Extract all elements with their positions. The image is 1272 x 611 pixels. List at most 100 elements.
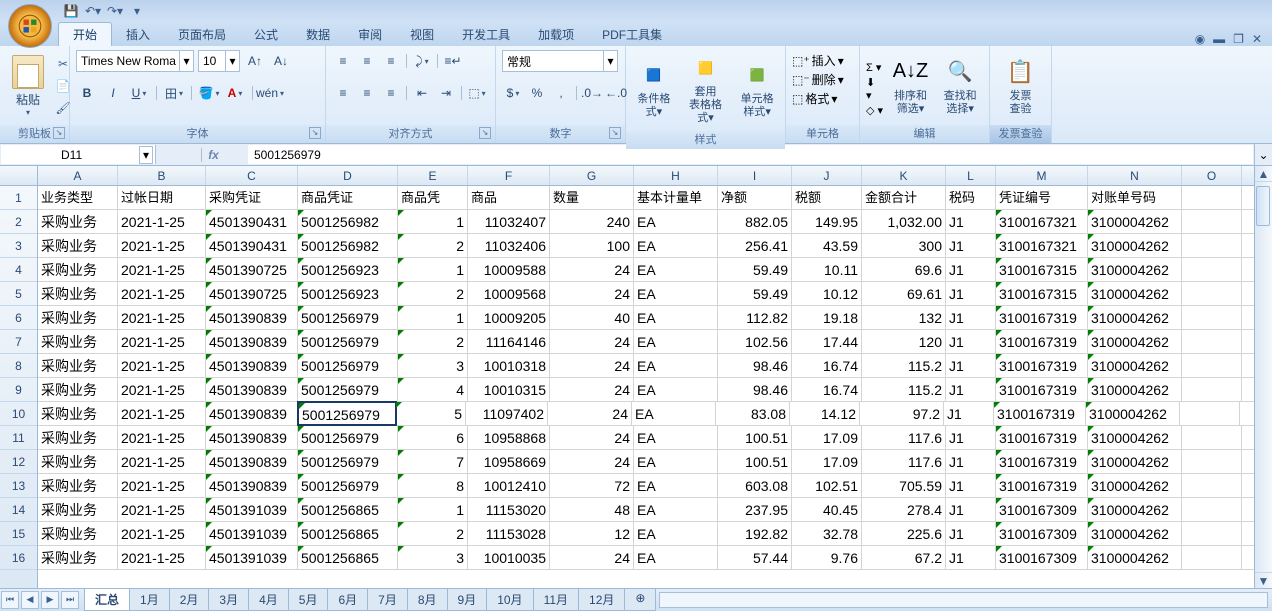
column-header[interactable]: I <box>718 166 792 185</box>
data-cell[interactable] <box>1182 450 1242 473</box>
row-header[interactable]: 7 <box>0 330 37 354</box>
data-cell[interactable]: 采购业务 <box>38 546 118 569</box>
data-cell[interactable]: 采购业务 <box>38 354 118 377</box>
data-cell[interactable]: 4501390839 <box>206 426 298 449</box>
vertical-scrollbar[interactable]: ▲ ▼ <box>1254 166 1272 588</box>
data-cell[interactable]: 19.18 <box>792 306 862 329</box>
qat-save-icon[interactable]: 💾 <box>62 2 80 20</box>
data-cell[interactable]: 4501390839 <box>206 354 298 377</box>
office-button[interactable] <box>8 4 52 48</box>
data-cell[interactable]: 1 <box>398 210 468 233</box>
align-bottom-icon[interactable]: ≡ <box>380 50 402 72</box>
data-cell[interactable]: 24 <box>550 330 634 353</box>
data-cell[interactable]: 98.46 <box>718 378 792 401</box>
data-cell[interactable]: 24 <box>550 354 634 377</box>
data-cell[interactable]: EA <box>634 354 718 377</box>
header-cell[interactable]: 净额 <box>718 186 792 209</box>
data-cell[interactable]: 43.59 <box>792 234 862 257</box>
data-cell[interactable]: 12 <box>550 522 634 545</box>
data-cell[interactable]: EA <box>634 234 718 257</box>
align-top-icon[interactable]: ≡ <box>332 50 354 72</box>
data-cell[interactable]: 59.49 <box>718 282 792 305</box>
header-cell[interactable] <box>1182 186 1242 209</box>
data-cell[interactable]: 采购业务 <box>38 450 118 473</box>
data-cell[interactable]: 3100167319 <box>996 330 1088 353</box>
data-cell[interactable]: 24 <box>550 546 634 569</box>
min-ribbon-icon[interactable]: ▬ <box>1213 32 1225 46</box>
data-cell[interactable]: 3100167319 <box>996 426 1088 449</box>
header-cell[interactable]: 税额 <box>792 186 862 209</box>
increase-font-icon[interactable]: A↑ <box>244 50 266 72</box>
data-cell[interactable]: 40 <box>550 306 634 329</box>
sort-filter-button[interactable]: A↓Z排序和 筛选▾ <box>888 54 934 118</box>
data-cell[interactable]: 4501390839 <box>206 474 298 497</box>
clipboard-dialog-icon[interactable]: ↘ <box>53 127 65 139</box>
row-header[interactable]: 10 <box>0 402 37 426</box>
format-cells-button[interactable]: ⬚格式▾ <box>792 90 837 107</box>
data-cell[interactable]: 117.6 <box>862 450 946 473</box>
restore-window-icon[interactable]: ❐ <box>1233 32 1244 46</box>
sheet-tab[interactable]: 9月 <box>447 589 488 611</box>
row-header[interactable]: 3 <box>0 234 37 258</box>
sheet-tab[interactable]: 11月 <box>533 589 579 611</box>
data-cell[interactable]: 3100004262 <box>1088 210 1182 233</box>
data-cell[interactable]: 10958669 <box>468 450 550 473</box>
data-cell[interactable]: 采购业务 <box>38 522 118 545</box>
scroll-down-icon[interactable]: ▼ <box>1255 572 1272 588</box>
row-header[interactable]: 12 <box>0 450 37 474</box>
formula-expand-icon[interactable]: ⌄ <box>1254 144 1272 165</box>
data-cell[interactable]: 11097402 <box>466 402 548 425</box>
data-cell[interactable]: EA <box>634 498 718 521</box>
data-cell[interactable]: 24 <box>550 258 634 281</box>
data-cell[interactable]: J1 <box>946 522 996 545</box>
data-cell[interactable]: 24 <box>550 450 634 473</box>
data-cell[interactable]: 5001256979 <box>298 354 398 377</box>
sheet-tab[interactable]: 8月 <box>407 589 448 611</box>
orientation-icon[interactable]: ⤸ <box>411 50 433 72</box>
row-header[interactable]: 15 <box>0 522 37 546</box>
fill-color-button[interactable]: 🪣 <box>198 82 220 104</box>
ribbon-tab[interactable]: 开发工具 <box>448 23 524 46</box>
data-cell[interactable]: 2021-1-25 <box>118 258 206 281</box>
header-cell[interactable]: 数量 <box>550 186 634 209</box>
data-cell[interactable]: 4501390839 <box>206 378 298 401</box>
data-cell[interactable]: EA <box>634 378 718 401</box>
data-cell[interactable]: 100.51 <box>718 450 792 473</box>
data-cell[interactable]: 10009205 <box>468 306 550 329</box>
find-select-button[interactable]: 🔍查找和 选择▾ <box>937 54 983 118</box>
data-cell[interactable]: 7 <box>398 450 468 473</box>
data-cell[interactable]: 5001256982 <box>298 234 398 257</box>
data-cell[interactable]: 10010035 <box>468 546 550 569</box>
data-cell[interactable]: 32.78 <box>792 522 862 545</box>
data-cell[interactable]: J1 <box>946 330 996 353</box>
data-cell[interactable]: 83.08 <box>716 402 790 425</box>
table-format-button[interactable]: 🟨套用 表格格式▾ <box>680 50 731 127</box>
data-cell[interactable]: 3100004262 <box>1088 546 1182 569</box>
data-cell[interactable]: 3100167319 <box>994 402 1086 425</box>
data-cell[interactable]: 16.74 <box>792 354 862 377</box>
column-header[interactable]: K <box>862 166 946 185</box>
data-cell[interactable]: 3100167319 <box>996 354 1088 377</box>
data-cell[interactable]: 112.82 <box>718 306 792 329</box>
ribbon-tab[interactable]: 公式 <box>240 23 292 46</box>
font-name-combo[interactable]: Times New Roma▾ <box>76 50 194 72</box>
data-cell[interactable]: 3100167319 <box>996 474 1088 497</box>
data-cell[interactable]: 4501390725 <box>206 258 298 281</box>
cell-area[interactable]: 业务类型过帐日期采购凭证商品凭证商品凭商品数量基本计量单净额税额金额合计税码凭证… <box>38 186 1254 588</box>
data-cell[interactable]: 2021-1-25 <box>118 378 206 401</box>
data-cell[interactable]: 2021-1-25 <box>118 402 206 425</box>
row-header[interactable]: 1 <box>0 186 37 210</box>
data-cell[interactable]: 2021-1-25 <box>118 474 206 497</box>
data-cell[interactable]: 16.74 <box>792 378 862 401</box>
header-cell[interactable]: 商品凭 <box>398 186 468 209</box>
data-cell[interactable]: 5 <box>396 402 466 425</box>
data-cell[interactable]: 3100004262 <box>1088 522 1182 545</box>
merge-cells-icon[interactable]: ⬚ <box>466 82 488 104</box>
data-cell[interactable]: 240 <box>550 210 634 233</box>
column-header[interactable]: G <box>550 166 634 185</box>
column-header[interactable]: J <box>792 166 862 185</box>
data-cell[interactable]: 11153028 <box>468 522 550 545</box>
data-cell[interactable]: J1 <box>946 378 996 401</box>
header-cell[interactable]: 采购凭证 <box>206 186 298 209</box>
data-cell[interactable]: EA <box>634 450 718 473</box>
